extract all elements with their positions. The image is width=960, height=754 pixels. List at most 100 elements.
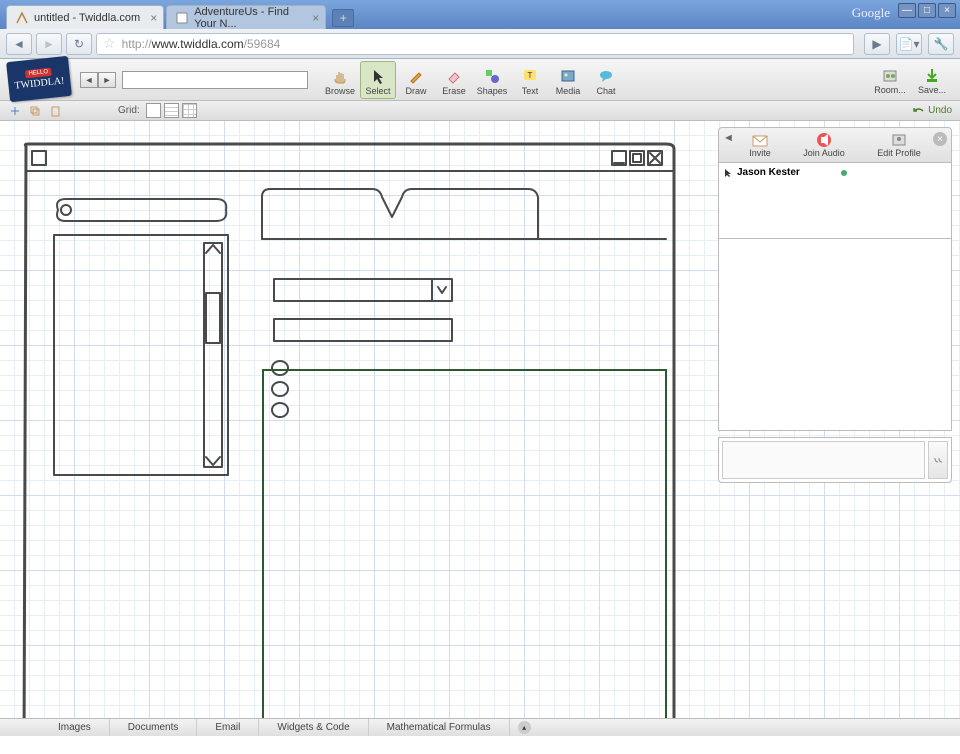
tab-label: Email: [215, 722, 240, 733]
user-list: Jason Kester: [718, 163, 952, 239]
edit-profile-label: Edit Profile: [877, 148, 921, 158]
window-controls: — □ ×: [898, 3, 956, 18]
close-icon[interactable]: ×: [150, 11, 157, 25]
select-tool[interactable]: Select: [360, 61, 396, 99]
video-area: [718, 239, 952, 431]
undo-icon: [913, 106, 925, 116]
media-tool[interactable]: Media: [550, 61, 586, 99]
room-icon: [880, 65, 900, 85]
grid-label: Grid:: [118, 105, 140, 116]
minimize-button[interactable]: —: [898, 3, 916, 18]
room-label: Room...: [874, 85, 906, 95]
cursor-icon: [723, 168, 733, 178]
invite-label: Invite: [749, 148, 771, 158]
go-button[interactable]: ▶: [864, 33, 890, 55]
chat-box: [718, 437, 952, 483]
forward-button[interactable]: ►: [36, 33, 62, 55]
tab-widgets[interactable]: Widgets & Code: [259, 719, 368, 736]
user-name: Jason Kester: [737, 167, 800, 178]
url-host: www.twiddla.com: [152, 37, 244, 51]
chat-send-button[interactable]: [928, 441, 948, 479]
tab-label: Widgets & Code: [277, 722, 349, 733]
invite-button[interactable]: Invite: [749, 132, 771, 158]
close-panel-icon[interactable]: ×: [933, 132, 947, 146]
google-branding: Google: [852, 5, 890, 21]
profile-icon: [890, 132, 908, 148]
page-menu-button[interactable]: 📄▾: [896, 33, 922, 55]
tab-documents[interactable]: Documents: [110, 719, 198, 736]
collapse-tabs-icon[interactable]: ▴: [518, 721, 531, 734]
url-path: /59684: [244, 37, 281, 51]
shapes-tool[interactable]: Shapes: [474, 61, 510, 99]
close-window-button[interactable]: ×: [938, 3, 956, 18]
tool-label: Draw: [405, 86, 426, 96]
sub-toolbar: Grid: Undo: [0, 101, 960, 121]
browser-tab-inactive[interactable]: AdventureUs - Find Your N... ×: [166, 5, 326, 29]
tab-label: Mathematical Formulas: [387, 722, 491, 733]
copy-icon[interactable]: [28, 104, 42, 118]
tool-label: Erase: [442, 86, 466, 96]
user-row[interactable]: Jason Kester: [723, 167, 947, 178]
grid-none-button[interactable]: [146, 103, 161, 118]
reload-button[interactable]: ↻: [66, 33, 92, 55]
undo-button[interactable]: Undo: [913, 105, 952, 116]
url-protocol: http://: [122, 37, 152, 51]
chat-icon: [596, 66, 616, 86]
save-button[interactable]: Save...: [912, 61, 952, 99]
wrench-menu-button[interactable]: 🔧: [928, 33, 954, 55]
chat-tool[interactable]: Chat: [588, 61, 624, 99]
browser-tab-active[interactable]: untitled - Twiddla.com ×: [6, 5, 164, 29]
align-icon[interactable]: [8, 104, 22, 118]
save-label: Save...: [918, 85, 946, 95]
media-icon: [558, 66, 578, 86]
address-bar: ◄ ► ↻ ☆ http://www.twiddla.com/59684 ▶ 📄…: [0, 29, 960, 59]
back-button[interactable]: ◄: [6, 33, 32, 55]
tool-label: Media: [556, 86, 581, 96]
text-tool[interactable]: T Text: [512, 61, 548, 99]
browser-titlebar: untitled - Twiddla.com × AdventureUs - F…: [0, 0, 960, 29]
join-audio-label: Join Audio: [803, 148, 845, 158]
selection-rectangle[interactable]: [262, 369, 667, 736]
logo-name: TWIDDLA!: [14, 75, 65, 91]
envelope-icon: [751, 132, 769, 148]
tab-title: untitled - Twiddla.com: [34, 12, 140, 24]
side-panel: ◄ Invite Join Audio Edit Profile × Jason…: [718, 127, 952, 483]
browse-tool[interactable]: Browse: [322, 61, 358, 99]
twiddla-logo[interactable]: HELLO TWIDDLA!: [6, 55, 72, 101]
url-input[interactable]: ☆ http://www.twiddla.com/59684: [96, 33, 854, 55]
tab-email[interactable]: Email: [197, 719, 259, 736]
tab-images[interactable]: Images: [40, 719, 110, 736]
history-back-button[interactable]: ◄: [80, 72, 98, 88]
bookmark-star-icon[interactable]: ☆: [103, 35, 116, 52]
edit-profile-button[interactable]: Edit Profile: [877, 132, 921, 158]
quote-icon: [933, 455, 943, 465]
tab-math[interactable]: Mathematical Formulas: [369, 719, 510, 736]
tab-label: Images: [58, 722, 91, 733]
app-toolbar: HELLO TWIDDLA! ◄ ► Browse Select Draw Er…: [0, 59, 960, 101]
collapse-panel-icon[interactable]: ◄: [723, 132, 734, 144]
grid-lines-button[interactable]: [164, 103, 179, 118]
tool-label: Browse: [325, 86, 355, 96]
audio-icon: [815, 132, 833, 148]
tool-label: Chat: [596, 86, 615, 96]
hand-icon: [330, 66, 350, 86]
shapes-icon: [482, 66, 502, 86]
status-dot-icon: [841, 170, 847, 176]
grid-grid-button[interactable]: [182, 103, 197, 118]
tool-label: Shapes: [477, 86, 508, 96]
draw-tool[interactable]: Draw: [398, 61, 434, 99]
room-button[interactable]: Room...: [870, 61, 910, 99]
paste-icon[interactable]: [48, 104, 62, 118]
join-audio-button[interactable]: Join Audio: [803, 132, 845, 158]
close-icon[interactable]: ×: [312, 11, 319, 25]
app-url-input[interactable]: [122, 71, 308, 89]
bottom-tabs: Images Documents Email Widgets & Code Ma…: [0, 718, 960, 736]
text-icon: T: [520, 66, 540, 86]
chat-input[interactable]: [722, 441, 925, 479]
erase-tool[interactable]: Erase: [436, 61, 472, 99]
tab-label: Documents: [128, 722, 179, 733]
history-forward-button[interactable]: ►: [98, 72, 116, 88]
new-tab-button[interactable]: +: [332, 9, 354, 27]
maximize-button[interactable]: □: [918, 3, 936, 18]
panel-toolbar: ◄ Invite Join Audio Edit Profile ×: [718, 127, 952, 163]
